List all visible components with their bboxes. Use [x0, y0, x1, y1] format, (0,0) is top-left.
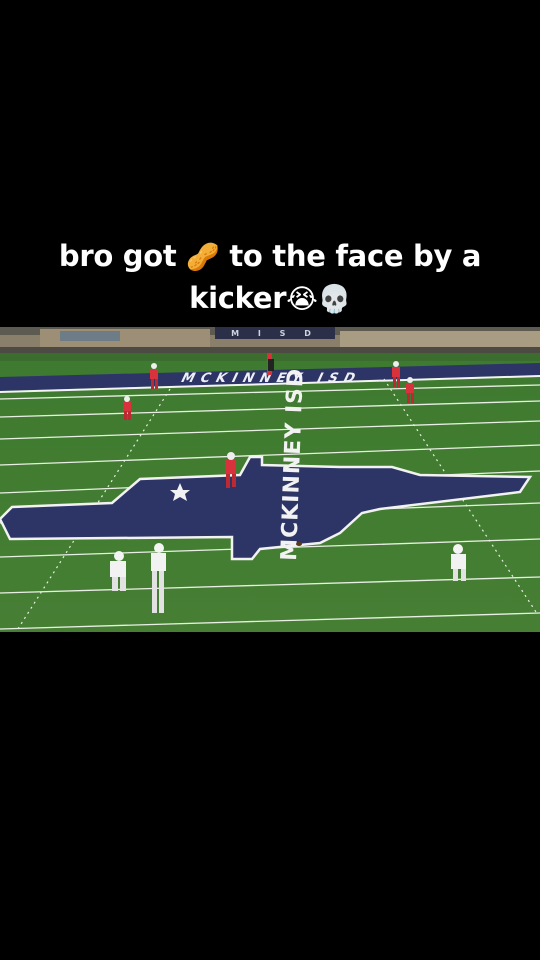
video-caption: bro got 🥜 to the face by a kicker😭💀 [20, 236, 520, 320]
football-video-frame[interactable]: M I S D MCKINNEY ISD MCKINNEY ISD [0, 327, 540, 632]
crying-face-icon: 😭 [286, 284, 318, 315]
caption-text-bro-got: bro got [58, 239, 177, 273]
caption-line-1: bro got 🥜 to the face by a [20, 236, 520, 278]
football [296, 542, 302, 546]
football-field-scene: M I S D MCKINNEY ISD MCKINNEY ISD [0, 327, 540, 632]
stadium-sign-text: M I S D [231, 329, 319, 338]
player-red-left-1 [150, 363, 158, 389]
caption-line-2: kicker😭💀 [20, 278, 520, 320]
player-red-left-2 [123, 396, 131, 420]
skull-icon: 💀 [317, 284, 352, 315]
player-red-right-1 [392, 361, 400, 387]
peanut-icon: 🥜 [186, 242, 220, 273]
caption-text-kicker: kicker [189, 281, 287, 315]
caption-text-to-the-face: to the face by a [229, 239, 482, 273]
player-red-right-2 [406, 377, 414, 403]
